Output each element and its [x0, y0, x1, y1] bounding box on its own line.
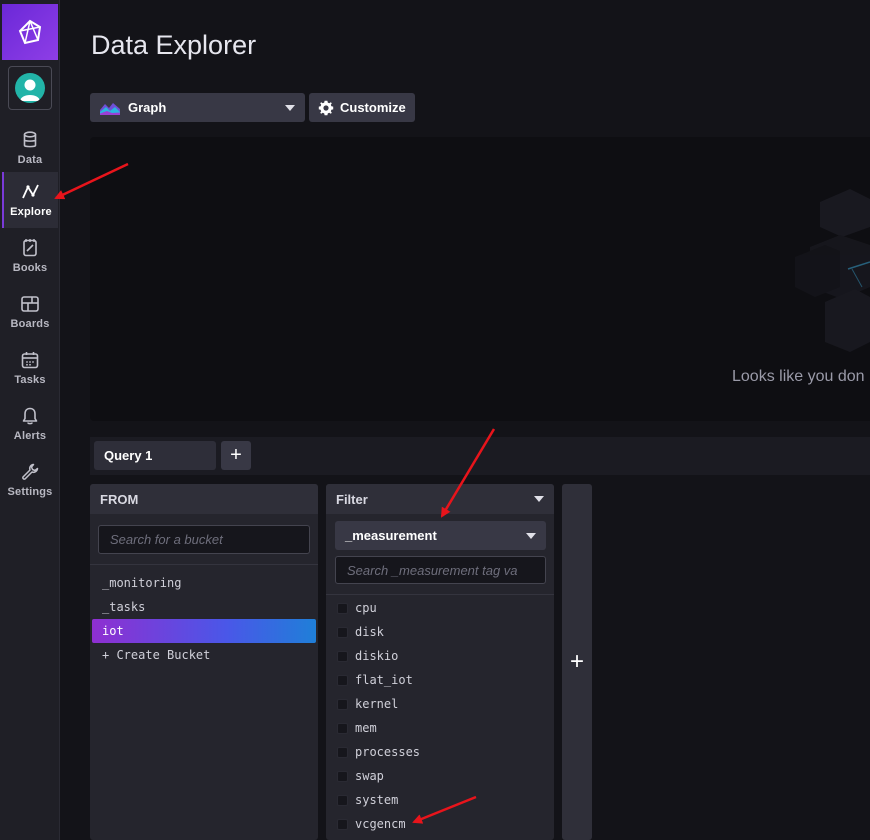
checkbox[interactable] — [337, 746, 348, 758]
checkbox[interactable] — [337, 698, 348, 710]
list-item[interactable]: cpu — [326, 596, 554, 620]
checkbox[interactable] — [337, 602, 348, 614]
sidebar-item-boards[interactable]: Boards — [2, 284, 58, 340]
tag-value-label: cpu — [355, 601, 377, 615]
checkbox[interactable] — [337, 722, 348, 734]
tag-key-label: _measurement — [345, 528, 437, 543]
bucket-item-tasks[interactable]: _tasks — [92, 595, 316, 619]
tag-search-placeholder: Search _measurement tag va — [347, 562, 518, 578]
tag-key-dropdown[interactable]: _measurement — [335, 521, 546, 550]
list-item[interactable]: disk — [326, 620, 554, 644]
bucket-search-input[interactable]: Search for a bucket — [98, 525, 310, 554]
sidebar-item-explore[interactable]: Explore — [2, 172, 58, 228]
sidebar-item-label: Data — [17, 154, 43, 166]
checkbox[interactable] — [337, 770, 348, 782]
tag-value-list: cpu disk diskio flat_iot kernel mem proc… — [326, 594, 554, 836]
from-title: FROM — [100, 491, 139, 507]
bucket-search-placeholder: Search for a bucket — [110, 532, 223, 547]
sidebar-item-label: Explore — [10, 206, 52, 218]
database-icon — [23, 131, 37, 148]
tag-value-label: processes — [355, 745, 421, 759]
notebook-icon — [23, 239, 37, 257]
filter-title: Filter — [336, 491, 368, 507]
checkbox[interactable] — [337, 674, 348, 686]
list-item[interactable]: system — [326, 788, 554, 812]
from-card: FROM Search for a bucket _monitoring _ta… — [90, 484, 318, 840]
checkbox[interactable] — [337, 626, 348, 638]
visualization-type-label: Graph — [128, 100, 167, 115]
tab-query-1[interactable]: Query 1 — [94, 441, 216, 470]
checkbox[interactable] — [337, 818, 348, 830]
add-filter-button[interactable]: + — [562, 484, 592, 840]
user-icon — [20, 79, 40, 101]
influxdb-logo[interactable] — [2, 4, 58, 60]
sidebar-item-alerts[interactable]: Alerts — [2, 396, 58, 452]
filter-header[interactable]: Filter — [326, 484, 554, 514]
graph-type-icon — [100, 102, 120, 115]
list-item[interactable]: mem — [326, 716, 554, 740]
explore-graph-icon — [22, 184, 39, 199]
chevron-down-icon — [534, 496, 544, 502]
chevron-down-icon — [526, 532, 536, 539]
sidebar-item-tasks[interactable]: Tasks — [2, 340, 58, 396]
visualization-type-dropdown[interactable]: Graph — [90, 93, 305, 122]
bucket-label: _monitoring — [102, 576, 182, 590]
list-item[interactable]: processes — [326, 740, 554, 764]
plus-icon: + — [569, 648, 584, 675]
tag-value-label: vcgencm — [355, 817, 406, 831]
bell-icon — [22, 407, 38, 425]
tab-label: Query 1 — [104, 448, 153, 463]
gear-icon — [318, 100, 334, 115]
checkbox[interactable] — [337, 650, 348, 662]
tag-value-label: disk — [355, 625, 384, 639]
sidebar-item-label: Tasks — [14, 374, 46, 386]
sidebar-item-label: Books — [12, 262, 48, 274]
sidebar-item-label: Alerts — [13, 430, 47, 442]
list-item[interactable]: swap — [326, 764, 554, 788]
tag-value-label: system — [355, 793, 399, 807]
bucket-label: _tasks — [102, 600, 146, 614]
tag-value-label: diskio — [355, 649, 399, 663]
customize-button[interactable]: Customize — [309, 93, 415, 122]
calendar-icon — [21, 352, 39, 369]
tag-value-search-input[interactable]: Search _measurement tag va — [335, 556, 546, 584]
from-header: FROM — [90, 484, 318, 514]
filter-card: Filter _measurement Search _measurement … — [326, 484, 554, 840]
user-avatar-button[interactable] — [8, 66, 52, 110]
sidebar: Data Explore Books Boards Tasks Alerts S… — [0, 0, 60, 840]
avatar — [15, 73, 45, 103]
tag-value-label: flat_iot — [355, 673, 413, 687]
list-item[interactable]: diskio — [326, 644, 554, 668]
list-item[interactable]: vcgencm — [326, 812, 554, 836]
page-title: Data Explorer — [91, 30, 257, 60]
tag-value-label: mem — [355, 721, 377, 735]
app-window: Data Explore Books Boards Tasks Alerts S… — [0, 0, 870, 840]
sidebar-item-data[interactable]: Data — [2, 120, 58, 176]
chevron-down-icon — [285, 104, 295, 111]
wrench-icon — [22, 463, 39, 480]
tag-value-label: swap — [355, 769, 384, 783]
plus-icon: + — [230, 444, 242, 466]
create-bucket-button[interactable]: + Create Bucket — [92, 643, 316, 667]
tag-value-label: kernel — [355, 697, 399, 711]
sidebar-item-label: Settings — [7, 486, 53, 498]
bucket-label: iot — [102, 624, 124, 638]
customize-label: Customize — [340, 100, 406, 115]
bucket-item-iot[interactable]: iot — [92, 619, 316, 643]
checkbox[interactable] — [337, 794, 348, 806]
bucket-item-monitoring[interactable]: _monitoring — [92, 571, 316, 595]
add-query-button[interactable]: + — [221, 441, 251, 470]
sidebar-item-label: Boards — [10, 318, 50, 330]
bucket-label: + Create Bucket — [102, 648, 211, 662]
influxdb-logo-icon — [18, 19, 42, 45]
graph-panel: Looks like you don — [90, 137, 870, 421]
sidebar-item-books[interactable]: Books — [2, 228, 58, 284]
list-item[interactable]: flat_iot — [326, 668, 554, 692]
sidebar-item-settings[interactable]: Settings — [2, 452, 58, 508]
dashboard-icon — [21, 296, 39, 312]
empty-graph-message: Looks like you don — [732, 368, 865, 385]
list-item[interactable]: kernel — [326, 692, 554, 716]
bucket-list: _monitoring _tasks iot + Create Bucket — [90, 564, 318, 667]
